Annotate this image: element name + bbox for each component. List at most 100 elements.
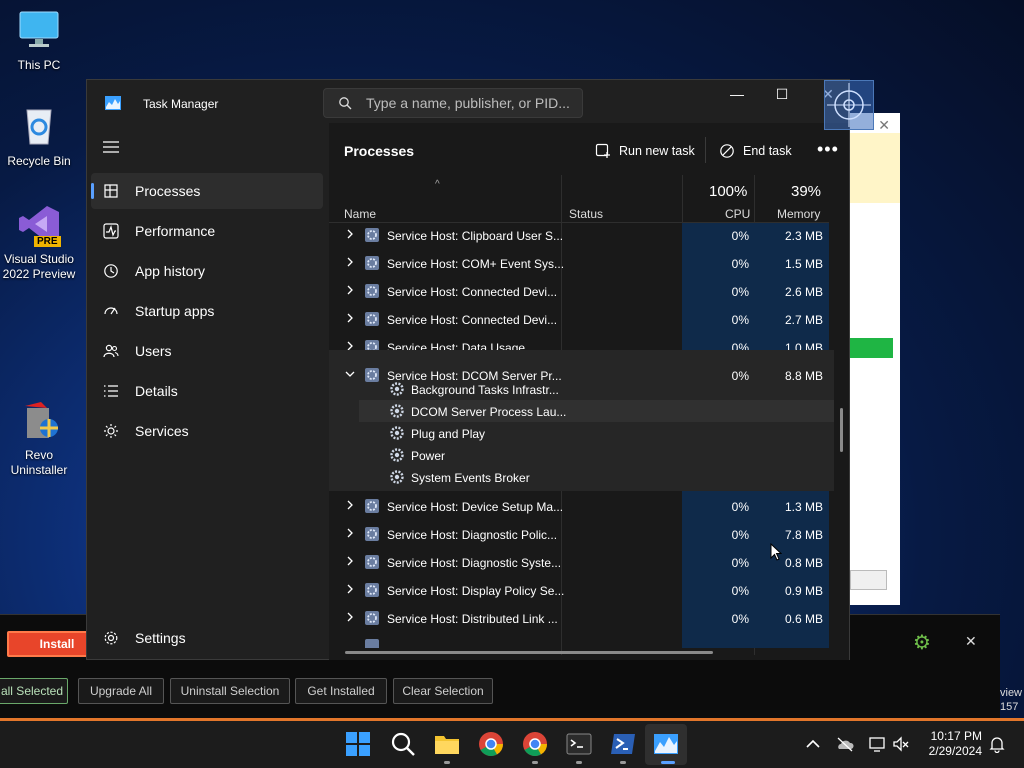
hamburger-menu-icon[interactable] [103,140,119,154]
child-process[interactable]: Background Tasks Infrastr... [359,378,834,400]
service-host-icon [365,284,379,298]
sidebar-item-services[interactable]: Services [91,413,323,449]
table-row[interactable]: Service Host: Diagnostic Polic... 0% 7.8… [329,521,834,549]
table-row[interactable]: Service Host: Device Setup Ma... 0% 1.3 … [329,493,834,521]
maximize-button[interactable]: ☐ [759,86,805,106]
service-host-icon [365,228,379,242]
run-new-task-button[interactable]: Run new task [595,139,695,163]
chevron-right-icon[interactable] [345,584,355,594]
vertical-scrollbar[interactable] [840,408,843,452]
child-process[interactable]: Plug and Play [359,422,834,444]
process-name: Service Host: Connected Devi... [387,313,558,327]
command-bar: Processes Run new task End task ••• [329,123,849,173]
task-manager-icon[interactable] [653,731,679,757]
onedrive-icon[interactable] [836,735,854,753]
sidebar-item-label: Services [135,423,189,439]
get-installed-button[interactable]: Get Installed [295,678,387,704]
chevron-right-icon[interactable] [345,285,355,295]
child-process-name: System Events Broker [411,471,530,485]
clock-date: 2/29/2024 [928,744,982,758]
terminal-icon[interactable] [566,731,592,757]
search-input[interactable] [366,95,576,111]
process-cpu: 0% [731,584,749,598]
column-memory[interactable]: Memory [777,207,820,221]
service-host-icon [365,639,379,648]
background-close-icon[interactable]: ✕ [878,117,890,134]
close-icon[interactable]: ✕ [965,633,977,650]
horizontal-scrollbar[interactable] [345,651,713,654]
desktop-icon-this-pc[interactable]: This PC [0,10,78,73]
sidebar-item-processes[interactable]: Processes [91,173,323,209]
child-process-name: Background Tasks Infrastr... [411,383,559,397]
sidebar-item-label: Details [135,383,178,399]
search-icon[interactable] [390,731,416,757]
table-row[interactable]: Service Host: Diagnostic Syste... 0% 0.8… [329,549,834,577]
system-clock[interactable]: 10:17 PM 2/29/2024 [920,729,982,759]
table-row[interactable]: Service Host: Clipboard User S... 0% 2.3… [329,223,834,250]
table-row[interactable]: Service Host: Distributed Link ... 0% 0.… [329,605,834,633]
desktop-icon-recycle-bin[interactable]: Recycle Bin [0,106,78,169]
more-options-button[interactable]: ••• [817,139,839,160]
volume-muted-icon[interactable] [892,735,910,753]
revo-side-line: view [1000,687,1023,699]
minimize-button[interactable]: — [714,86,760,106]
column-status[interactable]: Status [569,207,603,221]
chrome-icon[interactable] [478,731,504,757]
table-row[interactable]: Service Host: Display Policy Se... 0% 0.… [329,577,834,605]
column-name[interactable]: Name [344,207,376,221]
sidebar-item-startup-apps[interactable]: Startup apps [91,293,323,329]
notification-bell-icon[interactable] [988,735,1006,753]
process-cpu: 0% [731,285,749,299]
uninstall-selection-button[interactable]: Uninstall Selection [170,678,290,704]
chevron-right-icon[interactable] [345,257,355,267]
search-box[interactable] [323,88,583,118]
service-host-icon [365,527,379,541]
sidebar-item-settings[interactable]: Settings [91,620,323,656]
chevron-right-icon[interactable] [345,528,355,538]
sidebar-item-details[interactable]: Details [91,373,323,409]
end-task-button[interactable]: End task [719,139,792,163]
cpu-total: 100% [709,183,748,200]
gear-icon[interactable]: ⚙ [913,633,933,653]
service-host-icon [365,312,379,326]
file-explorer-icon[interactable] [434,731,460,757]
child-process-name: DCOM Server Process Lau... [411,405,567,419]
chevron-up-icon[interactable] [804,735,822,753]
table-row[interactable]: Service Host: Connected Devi... 0% 2.6 M… [329,278,834,306]
chevron-right-icon[interactable] [345,500,355,510]
active-indicator [661,761,675,764]
table-row[interactable]: Service Host: Connected Devi... 0% 2.7 M… [329,306,834,334]
process-name: Service Host: Diagnostic Syste... [387,556,562,570]
clear-selection-button[interactable]: Clear Selection [393,678,493,704]
taskbar: 10:17 PM 2/29/2024 [0,721,1024,768]
upgrade-all-button[interactable]: Upgrade All [78,678,164,704]
sidebar-settings: Settings [91,620,323,660]
chevron-down-icon[interactable] [345,369,355,379]
running-indicator [576,761,582,764]
running-indicator [620,761,626,764]
chevron-right-icon[interactable] [345,229,355,239]
sidebar-item-app-history[interactable]: App history [91,253,323,289]
child-process[interactable]: System Events Broker [359,466,834,488]
desktop-icon-revo-uninstaller[interactable]: Revo Uninstaller [0,400,78,478]
table-row-partial[interactable] [329,633,834,648]
background-progress [848,338,893,358]
child-process[interactable]: DCOM Server Process Lau... [359,400,834,422]
service-host-icon [365,256,379,270]
table-row[interactable]: Service Host: COM+ Event Sys... 0% 1.5 M… [329,250,834,278]
sidebar-item-users[interactable]: Users [91,333,323,369]
puzzle-icon [104,424,118,438]
process-memory: 2.7 MB [784,313,823,327]
powershell-icon[interactable] [610,731,636,757]
chevron-right-icon[interactable] [345,313,355,323]
chrome-canary-icon[interactable] [522,731,548,757]
child-process[interactable]: Power [359,444,834,466]
column-cpu[interactable]: CPU [725,207,750,221]
windows-start-icon[interactable] [345,731,371,757]
chevron-right-icon[interactable] [345,556,355,566]
install-selected-button[interactable]: all Selected [0,678,68,704]
sidebar-item-performance[interactable]: Performance [91,213,323,249]
chevron-right-icon[interactable] [345,612,355,622]
network-icon[interactable] [868,735,886,753]
column-divider [682,175,683,223]
